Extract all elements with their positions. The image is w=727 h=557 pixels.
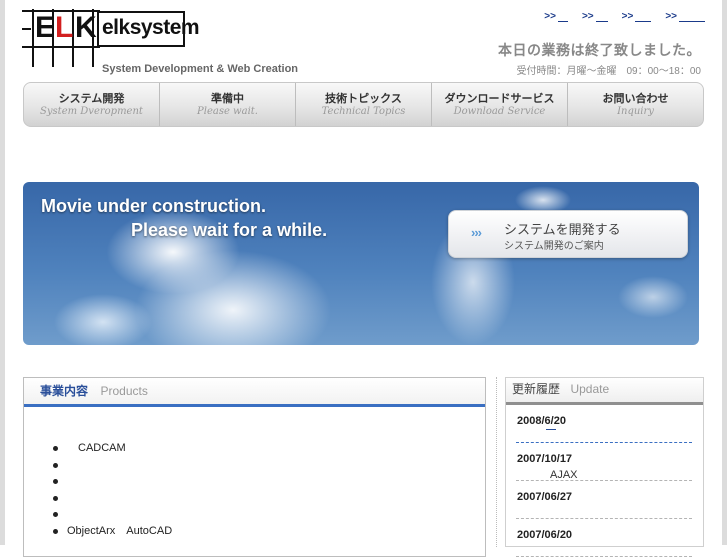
top-link-1[interactable]: >> xyxy=(544,11,568,22)
business-hours: 受付時間：月曜～金曜 09：00～18：00 xyxy=(516,66,702,77)
nav-label-en: Technical Topics xyxy=(321,106,406,117)
nav-label-jp: 技術トピックス xyxy=(325,93,402,105)
nav-label-en: Inquiry xyxy=(617,106,654,117)
update-text: AJAX xyxy=(550,469,578,481)
products-list: CADCAM ObjectArx AutoCAD xyxy=(51,440,172,539)
logo-letter-e: E xyxy=(35,11,56,44)
banner-headline-2: Please wait for a while. xyxy=(131,220,328,240)
logo-letter-k: K xyxy=(75,11,97,44)
nav-label-en: Download Service xyxy=(453,106,546,117)
logo[interactable]: E L K elksystem System Development & Web… xyxy=(22,9,298,75)
banner-headline-1: Movie under construction. xyxy=(41,196,267,216)
nav-inquiry[interactable]: お問い合わせ Inquiry xyxy=(568,83,703,126)
nav-label-en: Please wait. xyxy=(197,106,258,117)
update-date: 2008/6/20 xyxy=(517,415,566,427)
list-item[interactable]: ObjectArx AutoCAD xyxy=(51,523,172,540)
top-link-3-label[interactable] xyxy=(635,12,652,22)
logo-letter-l: L xyxy=(55,11,74,44)
nav-label-en: System Dveropment xyxy=(40,106,143,117)
nav-technical-topics[interactable]: 技術トピックス Technical Topics xyxy=(296,83,432,126)
business-status: 本日の業務は終了致しました。 受付時間：月曜～金曜 09：00～18：00 xyxy=(498,40,701,77)
update-item[interactable]: 2007/10/17 AJAX xyxy=(516,443,692,481)
develop-system-button[interactable]: ››› システムを開発する システム開発のご案内 xyxy=(448,210,688,258)
update-date: 2007/06/20 xyxy=(517,529,573,541)
status-message: 本日の業務は終了致しました。 xyxy=(498,42,701,58)
logo-name: elksystem xyxy=(102,16,200,39)
top-link-2-label[interactable] xyxy=(595,12,608,22)
list-item[interactable] xyxy=(51,506,172,523)
develop-button-subtitle: システム開発のご案内 xyxy=(504,241,604,252)
nav-label-jp: お問い合わせ xyxy=(602,93,669,105)
top-link-2-arrow: >> xyxy=(581,11,594,22)
updates-header: 更新履歴 Update xyxy=(506,378,703,405)
nav-label-jp: 準備中 xyxy=(211,93,244,105)
list-item[interactable] xyxy=(51,490,172,507)
updates-title-en: Update xyxy=(570,382,610,396)
products-header: 事業内容 Products xyxy=(24,378,485,407)
update-item[interactable]: 2008/6/20 xyxy=(516,405,692,443)
top-link-3[interactable]: >> xyxy=(622,11,652,22)
top-link-4-arrow: >> xyxy=(665,11,677,22)
top-link-3-arrow: >> xyxy=(621,11,634,22)
update-item[interactable]: 2007/06/20 xyxy=(516,519,692,557)
update-date: 2007/10/17 xyxy=(517,453,573,465)
update-date: 2007/06/27 xyxy=(517,491,573,503)
top-link-4[interactable]: >> xyxy=(665,11,705,22)
nav-label-jp: ダウンロードサービス xyxy=(444,93,555,105)
products-title-jp: 事業内容 xyxy=(40,384,89,398)
main-nav: システム開発 System Dveropment 準備中 Please wait… xyxy=(23,82,704,127)
hero-banner: Movie under construction. Please wait fo… xyxy=(23,182,699,345)
logo-tagline: System Development & Web Creation xyxy=(102,63,299,75)
update-link[interactable] xyxy=(546,429,556,430)
nav-system-development[interactable]: システム開発 System Dveropment xyxy=(24,83,160,126)
develop-button-title: システムを開発する xyxy=(504,222,621,237)
nav-label-jp: システム開発 xyxy=(58,93,125,105)
updates-panel: 更新履歴 Update 2008/6/20 2007/10/17 AJAX 20… xyxy=(505,377,704,557)
list-item[interactable] xyxy=(51,457,172,474)
nav-download-service[interactable]: ダウンロードサービス Download Service xyxy=(432,83,568,126)
top-link-4-label[interactable] xyxy=(679,12,705,22)
updates-title-jp: 更新履歴 xyxy=(512,382,561,396)
top-links: >> >> >> >> xyxy=(544,11,705,22)
nav-please-wait[interactable]: 準備中 Please wait. xyxy=(160,83,296,126)
double-chevron-right-icon: ››› xyxy=(471,225,482,240)
column-divider xyxy=(496,377,497,547)
list-item[interactable]: CADCAM xyxy=(51,440,172,457)
products-title-en: Products xyxy=(100,384,148,398)
list-item[interactable] xyxy=(51,473,172,490)
update-item[interactable]: 2007/06/27 xyxy=(516,481,692,519)
top-link-1-arrow: >> xyxy=(544,11,556,22)
top-link-2[interactable]: >> xyxy=(582,11,608,22)
top-link-1-label[interactable] xyxy=(557,12,568,22)
